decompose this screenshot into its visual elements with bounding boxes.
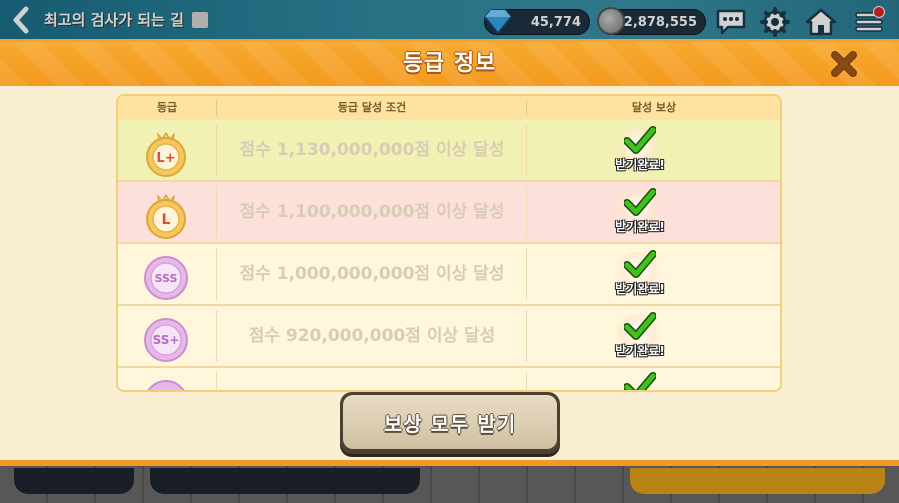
- checkmark-icon: [624, 126, 656, 154]
- claim-all-button-face: 보상 모두 받기: [343, 395, 557, 449]
- checkmark-icon: [624, 312, 656, 340]
- grade-condition: 점수 920,000,000점 이상 달성: [248, 326, 496, 346]
- reward-status: 받기완료!: [615, 282, 665, 296]
- column-divider: [216, 248, 217, 300]
- grade-label: SS+: [153, 333, 180, 347]
- table-row: L 점수 1,100,000,000점 이상 달성 받기완료!: [118, 182, 780, 244]
- column-divider: [526, 372, 527, 390]
- grade-table: 등급 등급 달성 조건 달성 보상 L+ 점수 1,130,000,000점 이…: [116, 94, 782, 392]
- grade-medal-icon: SS+: [144, 318, 188, 362]
- reward-claimed: 받기완료!: [608, 248, 672, 302]
- grade-medal-icon: L+: [146, 132, 186, 177]
- grade-condition: 점수 1,100,000,000점 이상 달성: [239, 202, 505, 222]
- column-divider: [216, 372, 217, 390]
- grade-medal-icon: SSS: [144, 256, 188, 300]
- checkmark-icon: [624, 188, 656, 216]
- column-header-grade: 등급: [156, 101, 178, 114]
- table-header: 등급 등급 달성 조건 달성 보상: [118, 96, 780, 120]
- close-x-icon: [831, 51, 857, 77]
- claim-all-label: 보상 모두 받기: [383, 411, 517, 436]
- reward-claimed: 받기완료!: [608, 186, 672, 240]
- grade-medal-icon: [147, 380, 185, 390]
- close-button[interactable]: [828, 48, 860, 80]
- reward-status: 받기완료!: [615, 220, 665, 234]
- modal-title: 등급 정보: [402, 51, 497, 76]
- reward-claimed: 받기완료!: [608, 310, 672, 364]
- grade-condition: 점수 1,130,000,000점 이상 달성: [239, 140, 505, 160]
- grade-label: SSS: [155, 272, 178, 285]
- table-row: SSS 점수 1,000,000,000점 이상 달성 받기완료!: [118, 244, 780, 306]
- column-divider: [216, 186, 217, 238]
- column-divider: [526, 248, 527, 300]
- reward-status: 받기완료!: [615, 344, 665, 358]
- checkmark-icon: [624, 372, 656, 390]
- grade-label: L: [162, 212, 171, 228]
- column-divider: [526, 124, 527, 176]
- grade-condition: 점수 1,000,000,000점 이상 달성: [239, 264, 505, 284]
- column-divider: [526, 100, 527, 116]
- reward-claimed: 받기완료!: [608, 124, 672, 178]
- reward-status: 받기완료!: [615, 158, 665, 172]
- modal-header: 등급 정보: [0, 42, 899, 86]
- grade-medal-icon: L: [146, 194, 186, 239]
- claim-all-rewards-button[interactable]: 보상 모두 받기: [340, 392, 560, 454]
- column-header-reward: 달성 보상: [631, 101, 677, 114]
- column-divider: [526, 186, 527, 238]
- column-header-condition: 등급 달성 조건: [337, 101, 407, 114]
- grade-label: L+: [156, 151, 175, 166]
- table-row: L+ 점수 1,130,000,000점 이상 달성 받기완료!: [118, 120, 780, 182]
- column-divider: [216, 124, 217, 176]
- column-divider: [216, 310, 217, 362]
- table-row: SS+ 점수 920,000,000점 이상 달성 받기완료!: [118, 306, 780, 368]
- column-divider: [526, 310, 527, 362]
- column-divider: [216, 100, 217, 116]
- table-row: [118, 368, 780, 390]
- checkmark-icon: [624, 250, 656, 278]
